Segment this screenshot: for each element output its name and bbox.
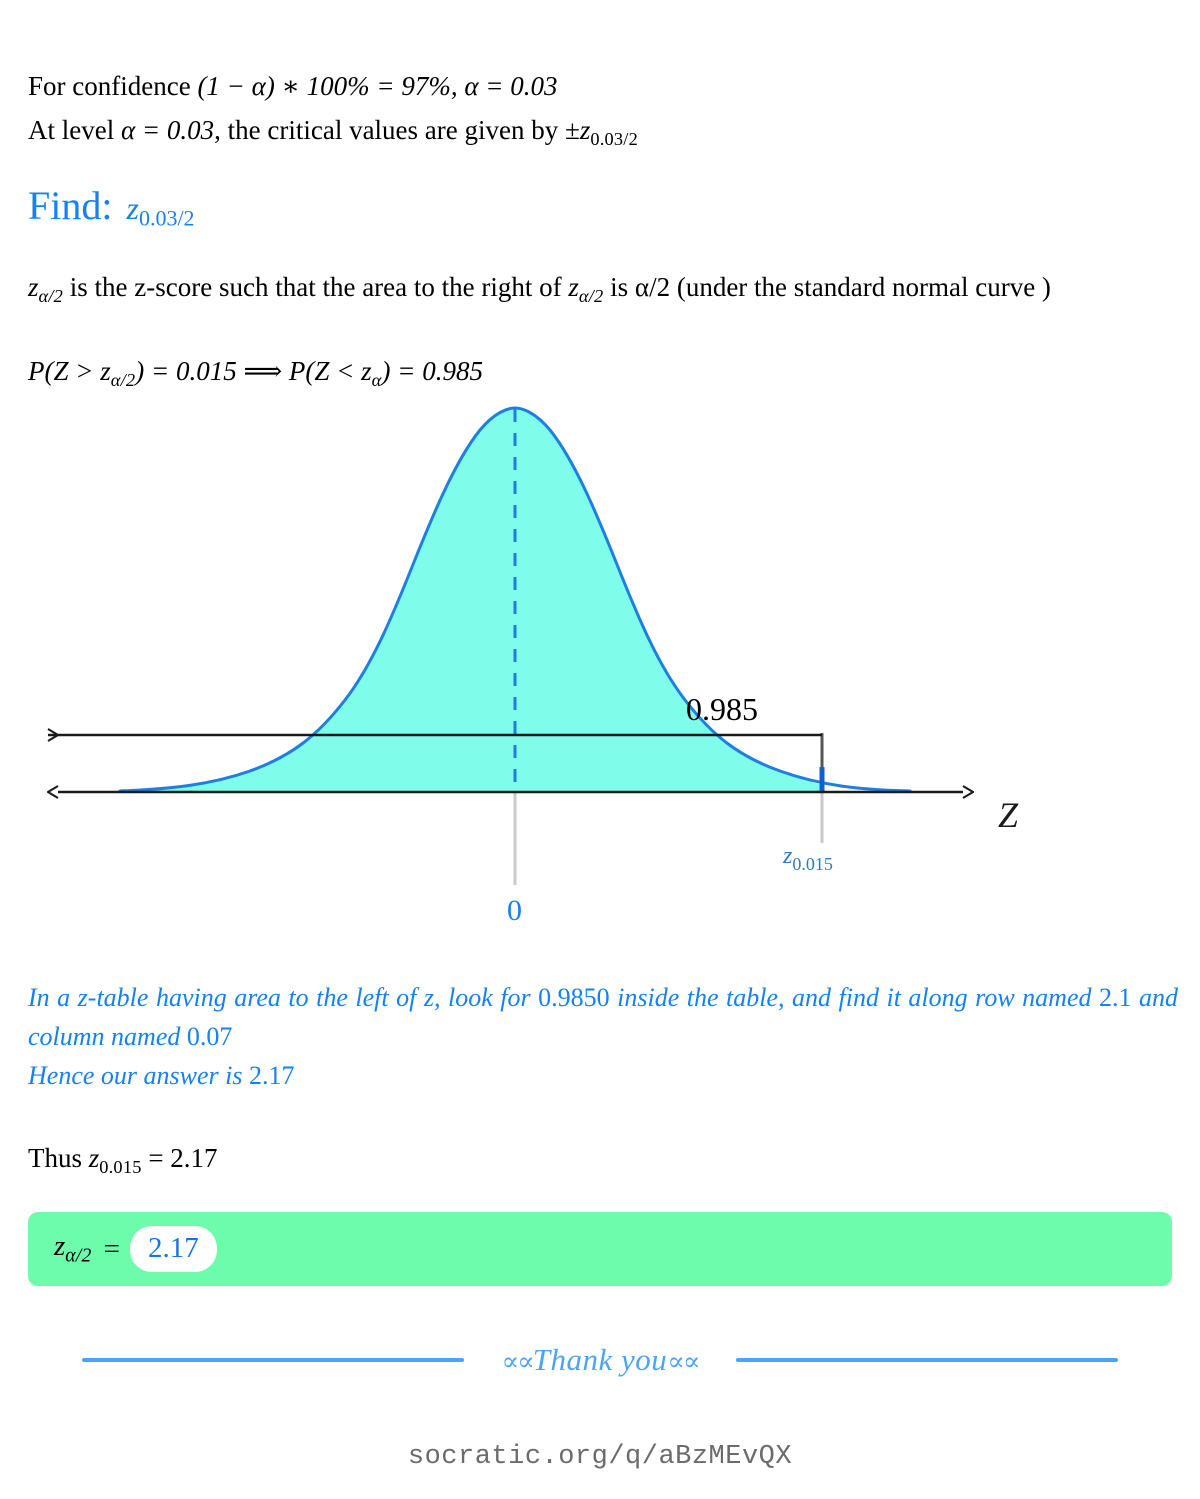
thus-subscript: 0.015 <box>99 1156 142 1177</box>
divider-right <box>736 1358 1119 1362</box>
prob-left: P(Z > z <box>28 356 111 386</box>
def-z-1: z <box>28 272 39 302</box>
intro-line-2-middle: , the critical values are given by ± <box>214 115 580 145</box>
intro-line-2: At level α = 0.03, the critical values a… <box>28 112 638 152</box>
ztable-note-value: 0.9850 <box>538 983 610 1012</box>
find-label: Find: <box>28 183 113 228</box>
ztable-note: In a z-table having area to the left of … <box>28 978 1178 1095</box>
thankyou-footer: ∝∝Thank you∝∝ <box>0 1330 1200 1390</box>
find-subscript: 0.03/2 <box>138 205 195 231</box>
answer-expression: zα/2 = 2.17 <box>54 1225 217 1273</box>
prob-middle: ) = 0.015 ⟹ P(Z < z <box>135 356 372 386</box>
ztable-note-row: 2.1 <box>1099 983 1132 1012</box>
answer-value-pill: 2.17 <box>129 1225 217 1273</box>
normal-distribution-chart: 0.985 Z z0.015 0 <box>0 395 1200 960</box>
intro-line-2-alpha: α = 0.03 <box>120 115 215 145</box>
normal-curve-svg: 0.985 Z z0.015 0 <box>0 406 1019 927</box>
intro-line-2-zvar: z <box>579 115 591 145</box>
intro-line-1-prefix: For confidence <box>28 71 198 101</box>
prob-right-sub: α <box>371 369 382 390</box>
answer-variable: z <box>54 1230 66 1263</box>
def-text-1: is the z-score such that the area to the… <box>63 272 569 302</box>
intro-line-2-zsub: 0.03/2 <box>590 128 638 149</box>
swirl-left-icon: ∝∝ <box>501 1347 535 1376</box>
area-value-label: 0.985 <box>686 691 758 727</box>
intro-line-1: For confidence (1 − α) ∗ 100% = 97%, α =… <box>28 68 558 104</box>
def-z-1-sub: α/2 <box>38 285 64 306</box>
thus-prefix: Thus <box>28 1143 89 1173</box>
definition-paragraph: zα/2 is the z-score such that the area t… <box>28 268 1178 309</box>
answer-subscript: α/2 <box>65 1244 92 1267</box>
prob-left-sub: α/2 <box>110 369 136 390</box>
thus-line: Thus z0.015 = 2.17 <box>28 1140 218 1180</box>
divider-left <box>81 1358 464 1362</box>
intro-line-1-expression: (1 − α) ∗ 100% = 97%, α = 0.03 <box>197 71 558 101</box>
solution-page: For confidence (1 − α) ∗ 100% = 97%, α =… <box>0 0 1200 1499</box>
z-axis-label: Z <box>998 795 1019 835</box>
ztable-note-seg2: inside the table, and find it along row … <box>609 983 1099 1012</box>
def-text-2: is α/2 (under the standard normal curve … <box>603 272 1051 302</box>
swirl-right-icon: ∝∝ <box>667 1347 700 1376</box>
thus-suffix: = 2.17 <box>141 1143 218 1173</box>
find-variable: z <box>126 190 139 226</box>
probability-statement: P(Z > zα/2) = 0.015 ⟹ P(Z < zα) = 0.985 <box>28 353 483 393</box>
critical-value-label: z0.015 <box>782 843 833 874</box>
answer-box: zα/2 = 2.17 <box>28 1212 1172 1286</box>
answer-equals: = <box>103 1232 120 1265</box>
source-url: socratic.org/q/aBzMEvQX <box>407 1442 793 1472</box>
intro-line-2-prefix: At level <box>28 115 121 145</box>
thankyou-label: Thank you <box>532 1342 668 1377</box>
ztable-note-answer-prefix: Hence our answer is <box>28 1061 249 1090</box>
thankyou-text: ∝∝Thank you∝∝ <box>501 1342 701 1378</box>
def-z-2: z <box>568 272 579 302</box>
center-tick-label: 0 <box>507 894 522 927</box>
prob-end: ) = 0.985 <box>381 356 483 386</box>
area-value-text: 0.985 <box>686 691 758 727</box>
def-z-2-sub: α/2 <box>578 285 604 306</box>
ztable-note-answer-value: 2.17 <box>248 1061 295 1090</box>
ztable-note-seg1: In a z-table having area to the left of … <box>28 983 539 1012</box>
thus-variable: z <box>88 1143 100 1173</box>
find-heading: Find: z0.03/2 <box>28 182 195 232</box>
ztable-note-column: 0.07 <box>186 1022 233 1051</box>
